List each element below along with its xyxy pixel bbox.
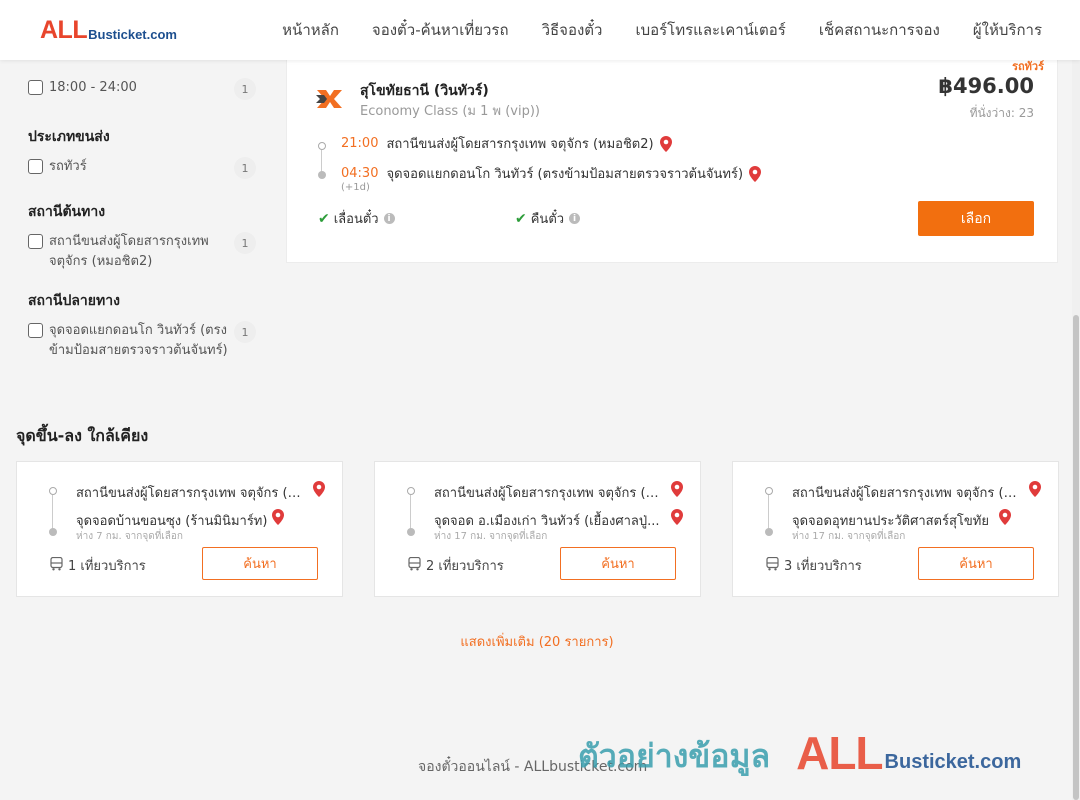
nearby-card: สถานีขนส่งผู้โดยสารกรุงเทพ จตุจักร (หมอช…	[16, 461, 343, 597]
logo-all: ALL	[40, 16, 88, 44]
nav-book-search[interactable]: จองตั๋ว-ค้นหาเที่ยวรถ	[372, 18, 509, 42]
nearby-to: จุดจอดบ้านขอนซุง (ร้านมินิมาร์ท)	[76, 514, 268, 529]
watermark-logo-all: ALL	[796, 727, 883, 779]
operator-name: สุโขทัยธานี (วินทัวร์)	[360, 83, 489, 99]
nearby-distance: ห่าง 17 กม. จากจุดที่เลือก	[434, 531, 548, 542]
trip-result-card: รถทัวร์ สุโขทัยธานี (วินทัวร์) Economy C…	[286, 48, 1058, 263]
next-day-marker: (+1d)	[341, 182, 370, 193]
filter-destination-label: จุดจอดแยกดอนโก วินทัวร์ (ตรงข้ามป้อมสายต…	[49, 323, 228, 358]
map-pin-icon[interactable]	[749, 165, 762, 182]
arrival-time: 04:30	[341, 166, 379, 181]
nearby-trip-count: 2 เที่ยวบริการ	[426, 559, 504, 574]
timeline-line	[321, 150, 322, 172]
departure-stop: 21:00 สถานีขนส่งผู้โดยสารกรุงเทพ จตุจักร…	[341, 133, 672, 154]
filter-transport-count: 1	[234, 157, 256, 179]
nearby-from: สถานีขนส่งผู้โดยสารกรุงเทพ จตุจักร (หมอช…	[76, 486, 306, 501]
filter-transport-title: ประเภทขนส่ง	[28, 129, 110, 145]
nearby-search-button[interactable]: ค้นหา	[202, 547, 318, 580]
nearby-card: สถานีขนส่งผู้โดยสารกรุงเทพ จตุจักร (หมอช…	[374, 461, 701, 597]
nearby-section-title: จุดขึ้น-ลง ใกล้เคียง	[16, 426, 149, 445]
filter-origin-checkbox[interactable]	[28, 234, 43, 249]
filter-destination-count: 1	[234, 321, 256, 343]
bus-icon	[408, 557, 421, 571]
seat-class: Economy Class (ม 1 พ (vip))	[360, 104, 540, 119]
page-scrollbar[interactable]	[1072, 60, 1080, 800]
map-pin-icon[interactable]	[659, 135, 672, 152]
map-pin-icon[interactable]	[313, 481, 325, 497]
map-pin-icon[interactable]	[999, 509, 1011, 525]
nav-contacts-counters[interactable]: เบอร์โทรและเคาน์เตอร์	[635, 18, 785, 42]
site-logo[interactable]: ALL Busticket.com	[40, 18, 177, 43]
nearby-trip-count: 1 เที่ยวบริการ	[68, 559, 146, 574]
nearby-timeline	[407, 487, 415, 536]
filter-origin-option[interactable]: สถานีขนส่งผู้โดยสารกรุงเทพ จตุจักร (หมอช…	[28, 232, 256, 272]
departure-station: สถานีขนส่งผู้โดยสารกรุงเทพ จตุจักร (หมอช…	[386, 137, 654, 152]
nearby-search-button[interactable]: ค้นหา	[560, 547, 676, 580]
nearby-card: สถานีขนส่งผู้โดยสารกรุงเทพ จตุจักร (หมอช…	[732, 461, 1059, 597]
bus-icon	[766, 557, 779, 571]
arrival-stop: 04:30 จุดจอดแยกดอนโก วินทัวร์ (ตรงข้ามป้…	[341, 163, 762, 184]
filter-time-count: 1	[234, 78, 256, 100]
check-icon: ✔	[318, 210, 330, 227]
filter-origin-label: สถานีขนส่งผู้โดยสารกรุงเทพ จตุจักร (หมอช…	[49, 234, 209, 269]
nearby-distance: ห่าง 7 กม. จากจุดที่เลือก	[76, 531, 183, 542]
filter-sidebar: 18:00 - 24:00 1 ประเภทขนส่ง รถทัวร์ 1 สถ…	[28, 48, 256, 377]
top-header: ALL Busticket.com หน้าหลัก จองตั๋ว-ค้นหา…	[0, 0, 1080, 60]
departure-time: 21:00	[341, 136, 379, 151]
main-nav: หน้าหลัก จองตั๋ว-ค้นหาเที่ยวรถ วิธีจองตั…	[249, 0, 1042, 60]
nav-home[interactable]: หน้าหลัก	[282, 18, 339, 42]
nav-booking-status[interactable]: เช็คสถานะการจอง	[819, 18, 940, 42]
filter-origin-count: 1	[234, 232, 256, 254]
feature-refund-ticket: ✔ คืนตั๋ว i	[515, 208, 581, 229]
logo-busticket: Busticket.com	[88, 27, 177, 42]
show-more-link[interactable]: แสดงเพิ่มเติม (20 รายการ)	[0, 631, 1074, 652]
nearby-distance: ห่าง 17 กม. จากจุดที่เลือก	[792, 531, 906, 542]
timeline-end-dot	[318, 171, 326, 179]
seats-available: ที่นั่งว่าง: 23	[969, 106, 1034, 120]
map-pin-icon[interactable]	[671, 481, 683, 497]
nav-operators[interactable]: ผู้ให้บริการ	[973, 18, 1042, 42]
nearby-timeline	[49, 487, 57, 536]
footer-text: จองตั๋วออนไลน์ - ALLbusticket.com	[418, 759, 648, 775]
arrival-station: จุดจอดแยกดอนโก วินทัวร์ (ตรงข้ามป้อมสายต…	[386, 167, 744, 182]
bus-icon	[50, 557, 63, 571]
route-timeline	[318, 142, 326, 179]
trip-price: ฿496.00	[938, 74, 1034, 98]
nearby-trip-count: 3 เที่ยวบริการ	[784, 559, 862, 574]
nearby-to: จุดจอด อ.เมืองเก่า วินทัวร์ (เยื้องศาลปู…	[434, 514, 660, 529]
nearby-to: จุดจอดอุทยานประวัติศาสตร์สุโขทัย	[792, 514, 989, 529]
feature-change-ticket: ✔ เลื่อนตั๋ว i	[318, 208, 395, 229]
map-pin-icon[interactable]	[272, 509, 284, 525]
scrollbar-thumb[interactable]	[1073, 315, 1079, 800]
filter-time-checkbox[interactable]	[28, 80, 43, 95]
operator-logo-icon	[316, 90, 342, 108]
check-icon: ✔	[515, 210, 527, 227]
filter-time-label: 18:00 - 24:00	[49, 80, 137, 95]
info-icon[interactable]: i	[383, 213, 395, 224]
filter-time-option[interactable]: 18:00 - 24:00 1	[28, 78, 256, 100]
filter-destination-checkbox[interactable]	[28, 323, 43, 338]
select-trip-button[interactable]: เลือก	[918, 201, 1034, 236]
map-pin-icon[interactable]	[1029, 481, 1041, 497]
filter-transport-option[interactable]: รถทัวร์ 1	[28, 157, 256, 179]
map-pin-icon[interactable]	[671, 509, 683, 525]
feature-change-label: เลื่อนตั๋ว	[333, 212, 379, 227]
watermark-logo-busticket: Busticket.com	[884, 751, 1022, 773]
nearby-timeline	[765, 487, 773, 536]
filter-destination-title: สถานีปลายทาง	[28, 293, 120, 309]
filter-transport-label: รถทัวร์	[49, 159, 87, 174]
timeline-start-dot	[318, 142, 326, 150]
nearby-search-button[interactable]: ค้นหา	[918, 547, 1034, 580]
nav-how-to-book[interactable]: วิธีจองตั๋ว	[542, 18, 603, 42]
feature-refund-label: คืนตั๋ว	[530, 212, 565, 227]
info-icon[interactable]: i	[569, 213, 581, 224]
nearby-from: สถานีขนส่งผู้โดยสารกรุงเทพ จตุจักร (หมอช…	[792, 486, 1022, 501]
filter-origin-title: สถานีต้นทาง	[28, 204, 106, 220]
filter-destination-option[interactable]: จุดจอดแยกดอนโก วินทัวร์ (ตรงข้ามป้อมสายต…	[28, 321, 256, 361]
nearby-from: สถานีขนส่งผู้โดยสารกรุงเทพ จตุจักร (หมอช…	[434, 486, 664, 501]
filter-transport-checkbox[interactable]	[28, 159, 43, 174]
